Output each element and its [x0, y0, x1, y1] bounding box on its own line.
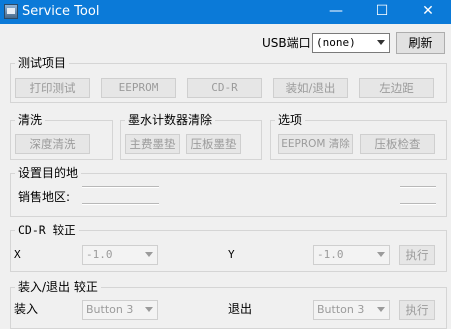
cdr-x-label: X [14, 248, 21, 261]
refresh-button[interactable]: 刷新 [396, 32, 445, 54]
title-bar: Service Tool — ☐ ✕ [0, 0, 451, 24]
eeprom-clear-button[interactable]: EEPROM 清除 [278, 134, 353, 154]
cdr-y-value: -1.0 [317, 248, 344, 261]
usb-port-value: (none) [316, 36, 356, 49]
eeprom-button[interactable]: EEPROM [101, 78, 176, 98]
left-margin-button[interactable]: 左边距 [359, 78, 434, 98]
load-label: 装入 [14, 302, 39, 316]
load-eject-calibration-title: 装入/退出 较正 [15, 280, 101, 294]
maximize-button[interactable]: ☐ [359, 0, 405, 24]
eject-label: 退出 [228, 302, 253, 316]
load-select[interactable]: Button 3 [82, 300, 158, 320]
cleaning-title: 清洗 [15, 113, 46, 127]
chevron-down-icon [145, 252, 153, 257]
platen-check-button[interactable]: 压板检查 [360, 134, 435, 154]
minimize-button[interactable]: — [313, 0, 359, 24]
cdr-y-label: Y [228, 248, 235, 261]
eject-value: Button 3 [317, 303, 365, 316]
deep-clean-button[interactable]: 深度清洗 [15, 134, 90, 154]
platen-pad-button[interactable]: 压板墨垫 [186, 134, 241, 154]
load-eject-execute-button[interactable]: 执行 [399, 300, 435, 320]
usb-port-label: USB端口 [262, 36, 311, 50]
options-title: 选项 [275, 113, 306, 127]
cdr-x-value: -1.0 [86, 248, 113, 261]
destination-title: 设置目的地 [15, 166, 82, 180]
eject-select[interactable]: Button 3 [313, 300, 390, 320]
region-label: 销售地区: [18, 190, 71, 204]
test-items-title: 测试项目 [15, 56, 70, 70]
load-value: Button 3 [86, 303, 134, 316]
cdr-execute-button[interactable]: 执行 [399, 245, 435, 265]
chevron-down-icon [377, 40, 385, 45]
ink-counter-title: 墨水计数器清除 [125, 113, 216, 127]
chevron-down-icon [377, 252, 385, 257]
close-button[interactable]: ✕ [405, 0, 451, 24]
app-icon [4, 4, 18, 19]
load-eject-button[interactable]: 装如/退出 [273, 78, 348, 98]
main-pad-button[interactable]: 主费墨垫 [125, 134, 180, 154]
print-test-button[interactable]: 打印测试 [15, 78, 90, 98]
region-divider-right-bottom [400, 203, 436, 205]
region-divider-right-top [400, 186, 436, 188]
region-divider-bottom [82, 203, 159, 205]
window-title: Service Tool [22, 4, 100, 19]
cdr-x-select[interactable]: -1.0 [82, 245, 158, 265]
region-divider-top [82, 186, 159, 188]
cdr-button[interactable]: CD-R [187, 78, 262, 98]
cdr-calibration-title: CD-R 较正 [15, 223, 79, 237]
cdr-y-select[interactable]: -1.0 [313, 245, 390, 265]
usb-port-select[interactable]: (none) [312, 33, 390, 53]
